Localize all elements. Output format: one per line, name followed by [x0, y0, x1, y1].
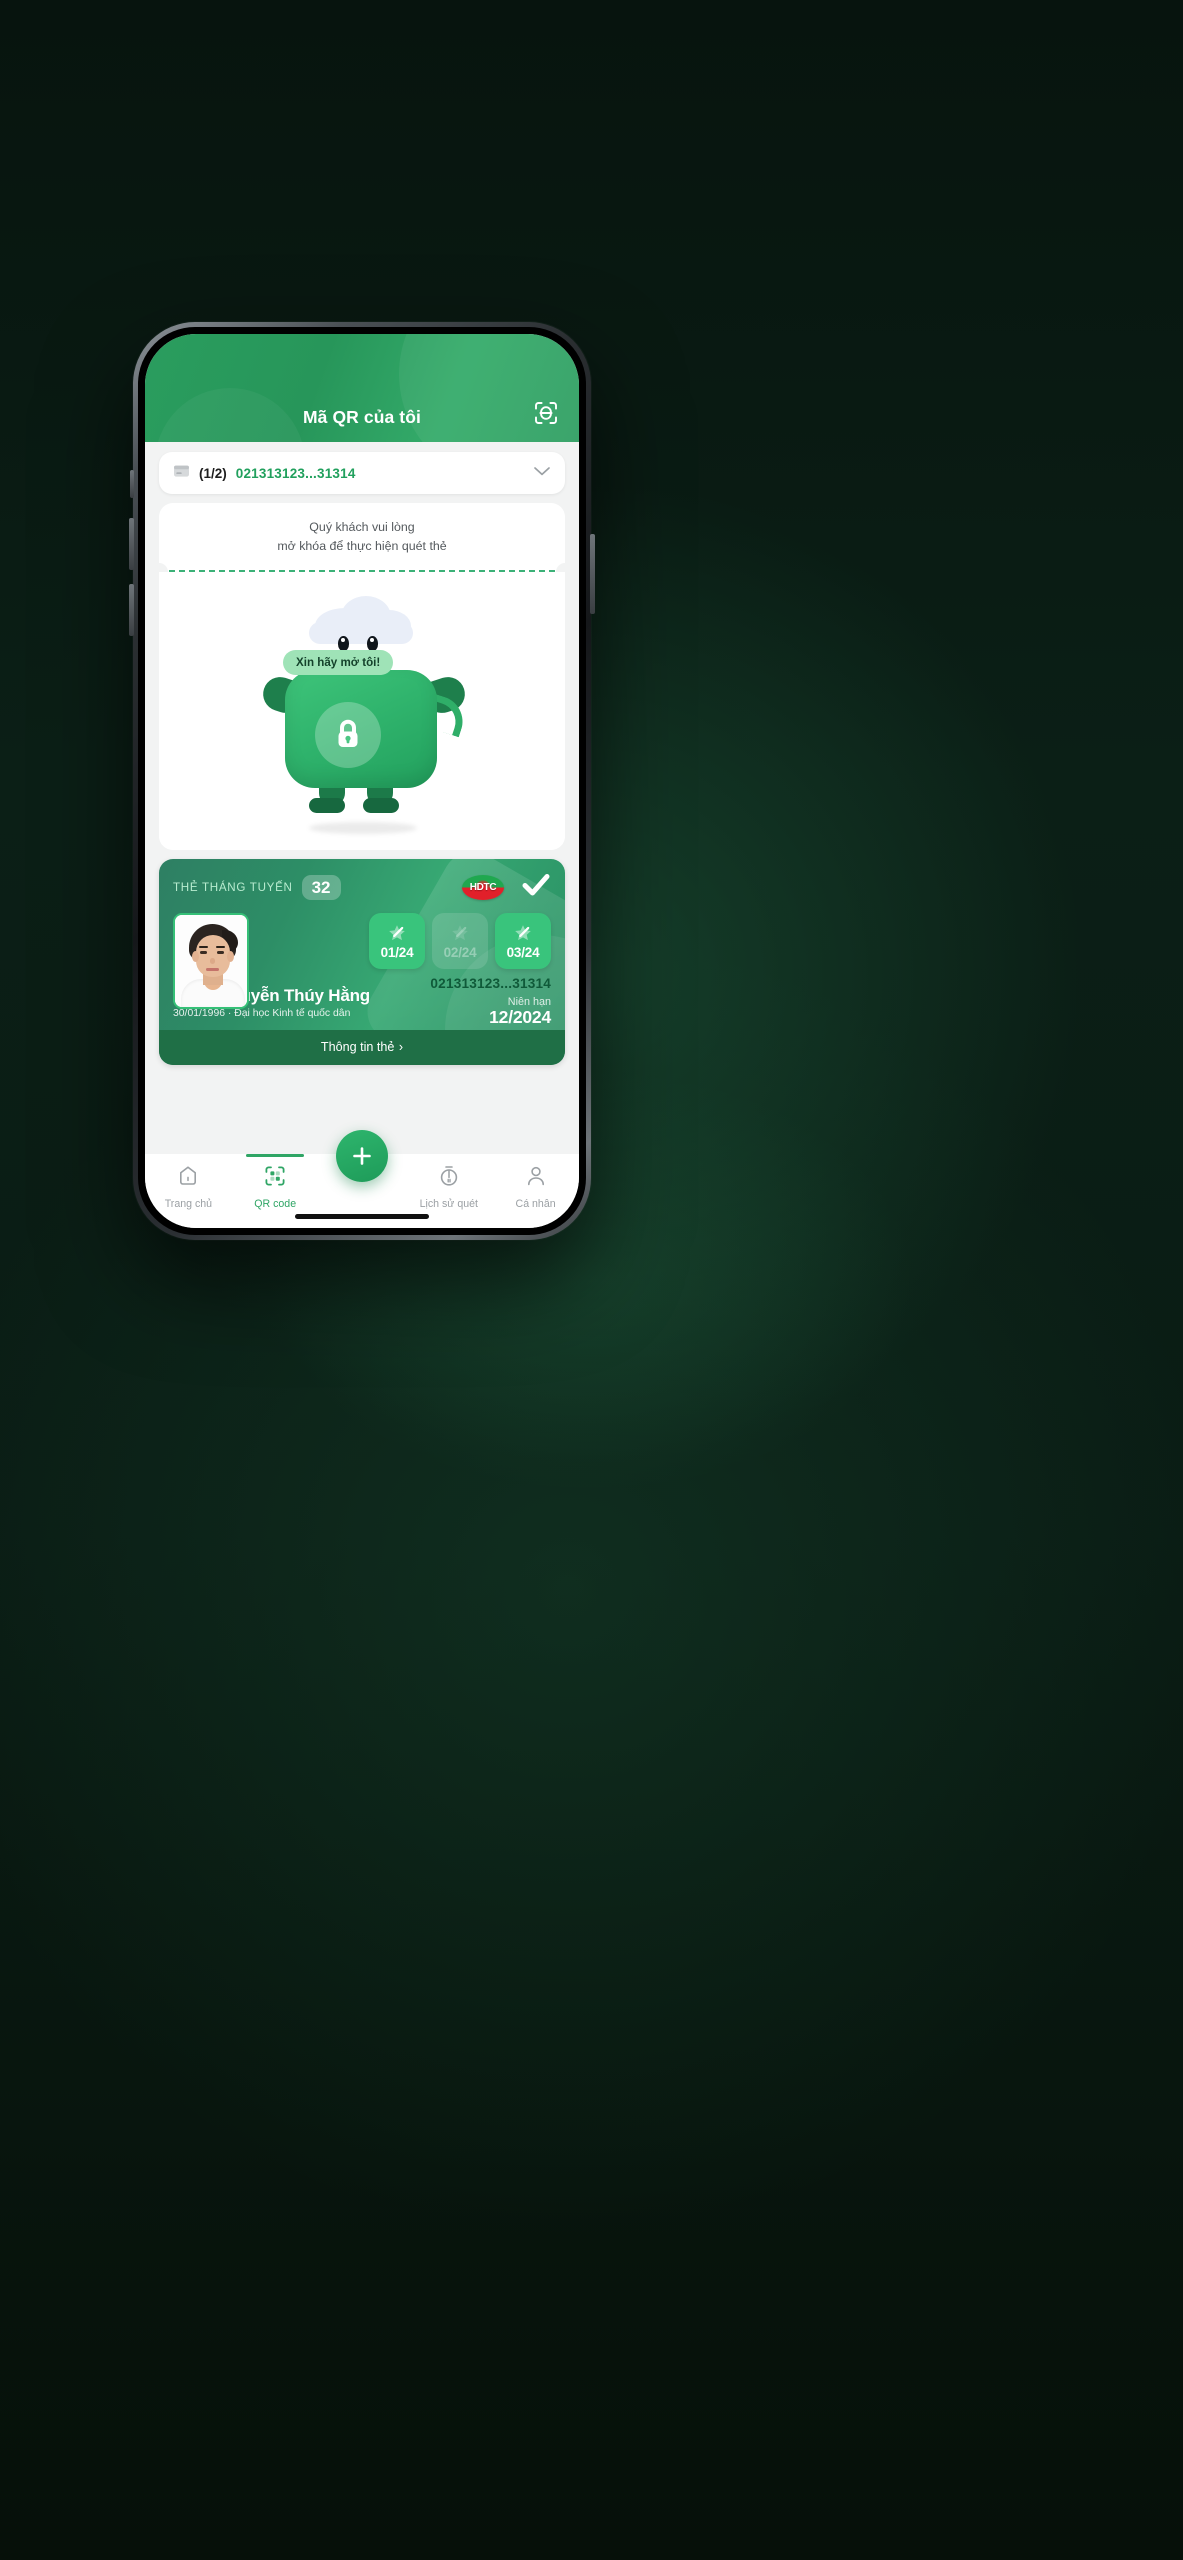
tab-label: Trang chủ [164, 1198, 213, 1210]
notice-text: Quý khách vui lòng mở khóa để thực hiện … [159, 503, 565, 570]
qr-code-icon [263, 1164, 287, 1193]
card-info-label: Thông tin thẻ [320, 1040, 395, 1054]
power-button[interactable] [590, 534, 595, 614]
card-number: 021313123...31314 [430, 976, 551, 991]
mascot-foot-right [363, 798, 399, 813]
card-number-label: 021313123...31314 [235, 465, 356, 481]
app-header: Mã QR của tôi [145, 334, 579, 442]
month-badge[interactable]: 02/24 [432, 913, 488, 969]
card-count-label: (1/2) [199, 465, 227, 481]
volume-up-button[interactable] [129, 518, 134, 570]
month-label: 01/24 [380, 944, 414, 960]
notice-line-2: mở khóa để thực hiện quét thẻ [277, 539, 447, 553]
month-label: 03/24 [506, 944, 540, 960]
notice-line-1: Quý khách vui lòng [309, 520, 415, 534]
month-badge[interactable]: 01/24 [369, 913, 425, 969]
phone-device: Mã QR của tôi (1/2) 021313123...31314 Qu… [129, 322, 595, 1240]
mascot-shadow [309, 822, 417, 834]
tab-qr-code[interactable]: QR code [232, 1154, 319, 1210]
person-icon [524, 1164, 548, 1193]
lock-ticket-panel: Quý khách vui lòng mở khóa để thực hiện … [159, 503, 565, 850]
plus-icon [353, 1147, 371, 1165]
add-button[interactable] [336, 1130, 388, 1182]
student-card-header: THẺ THÁNG TUYẾN 32 HDTC [173, 872, 551, 903]
mute-switch[interactable] [130, 470, 134, 498]
locked-mascot[interactable]: Xin hãy mở tôi! [257, 586, 470, 836]
tab-label: Lịch sử quét [419, 1198, 478, 1210]
page-title: Mã QR của tôi [303, 407, 421, 427]
scan-qr-icon[interactable] [531, 398, 561, 428]
brand-logo-text: HDTC [469, 882, 497, 893]
history-icon [437, 1164, 461, 1193]
card-info-link[interactable]: Thông tin thẻ › [159, 1030, 565, 1065]
mascot-foot-left [309, 798, 345, 813]
student-card[interactable]: THẺ THÁNG TUYẾN 32 HDTC 01/24 02/24 03/2… [159, 859, 565, 1065]
card-icon [173, 464, 190, 483]
bottom-navigation: Trang chủ QR code Lịch sử quét Cá nhân [145, 1130, 579, 1228]
avatar [173, 913, 249, 1009]
phone-bezel: Mã QR của tôi (1/2) 021313123...31314 Qu… [138, 327, 586, 1235]
crying-cloud-icon [305, 592, 419, 671]
tab-label: Cá nhân [515, 1198, 556, 1210]
mascot-speech-bubble: Xin hãy mở tôi! [283, 650, 394, 675]
month-badges: 01/24 02/24 03/24 [369, 913, 551, 969]
chevron-right-icon: › [398, 1040, 404, 1054]
mascot-stage: Xin hãy mở tôi! [159, 572, 565, 850]
phone-screen: Mã QR của tôi (1/2) 021313123...31314 Qu… [145, 334, 579, 1228]
month-badge[interactable]: 03/24 [495, 913, 551, 969]
lock-icon [315, 702, 381, 768]
tab-lich-su-quet[interactable]: Lịch sử quét [405, 1164, 492, 1210]
expiry-value: 12/2024 [489, 1007, 551, 1027]
chevron-down-icon[interactable] [533, 464, 551, 482]
tab-label: QR code [254, 1198, 297, 1210]
active-tab-indicator [246, 1154, 305, 1157]
volume-down-button[interactable] [129, 584, 134, 636]
brand-logo: HDTC [462, 875, 504, 900]
tab-trang-chu[interactable]: Trang chủ [145, 1164, 232, 1210]
home-icon [176, 1164, 200, 1193]
home-indicator [295, 1214, 429, 1219]
route-number-badge: 32 [301, 874, 341, 901]
month-label: 02/24 [443, 944, 477, 960]
app-body: (1/2) 021313123...31314 Quý khách vui lò… [145, 442, 579, 1154]
card-type-label: THẺ THÁNG TUYẾN [173, 881, 293, 894]
tab-ca-nhan[interactable]: Cá nhân [492, 1164, 579, 1210]
check-icon [521, 872, 551, 903]
card-selector[interactable]: (1/2) 021313123...31314 [159, 452, 565, 494]
